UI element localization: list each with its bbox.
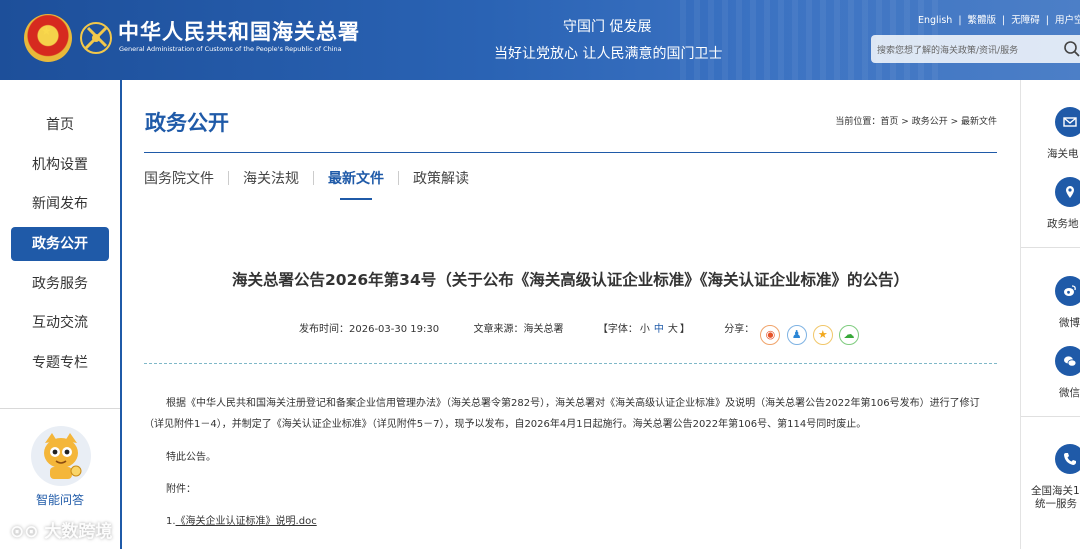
phone-icon[interactable] <box>1055 444 1080 474</box>
publish-time: 2026-03-30 19:30 <box>349 324 440 335</box>
publish-time-label: 发布时间： <box>299 324 349 335</box>
font-size-large[interactable]: 大 <box>668 324 678 335</box>
watermark: ⊙⊙ 大数跨境 <box>10 522 113 542</box>
site-header: ★ 中华人民共和国海关总署 General Administration of … <box>0 0 1080 80</box>
left-sidebar: 首页 机构设置 新闻发布 政务公开 政务服务 互动交流 专题专栏 智能问答 <box>0 80 122 549</box>
qq-share-icon[interactable]: ♟ <box>786 325 807 345</box>
article-paragraph: 根据《中华人民共和国海关注册登记和备案企业信用管理办法》（海关总署令第282号）… <box>144 398 980 430</box>
slogan-line-1: 守国门 促发展 <box>563 19 652 35</box>
sidebar-divider <box>0 408 120 409</box>
rightbar-divider <box>1021 247 1080 248</box>
search-input[interactable]: 搜索您想了解的海关政策/资讯/服务 <box>877 43 1018 56</box>
sidebar-item-interaction[interactable]: 互动交流 <box>11 306 109 340</box>
accessibility-link[interactable]: 无障碍 <box>1011 15 1040 26</box>
rightbar-map-label[interactable]: 政务地 <box>1047 216 1079 231</box>
sidebar-item-organization[interactable]: 机构设置 <box>11 148 109 182</box>
rightbar-wechat-label[interactable]: 微信 <box>1059 385 1080 400</box>
share-label: 分享： <box>724 324 755 335</box>
weibo-share-icon[interactable]: ◉ <box>760 325 781 345</box>
breadcrumb-home[interactable]: 首页 <box>880 117 898 127</box>
breadcrumb-separator: > <box>898 117 912 127</box>
breadcrumb-latest-documents[interactable]: 最新文件 <box>961 117 997 127</box>
site-title[interactable]: 中华人民共和国海关总署 <box>118 16 360 46</box>
rightbar-hotline-label-line2[interactable]: 统一服务 <box>1035 496 1077 511</box>
sidebar-item-news[interactable]: 新闻发布 <box>11 187 109 221</box>
breadcrumb-prefix: 当前位置： <box>835 117 881 127</box>
tab-separator <box>313 171 314 185</box>
source-value: 海关总署 <box>523 324 564 335</box>
font-size-label: 【字体： <box>597 324 638 335</box>
tab-customs-regulations[interactable]: 海关法规 <box>243 168 299 188</box>
source-label: 文章来源： <box>473 324 524 335</box>
attachments-label: 附件： <box>166 484 196 495</box>
font-size-close: 】 <box>679 324 690 335</box>
tab-separator <box>228 171 229 185</box>
user-space-link[interactable]: 用户空 <box>1055 15 1080 26</box>
weibo-icon[interactable] <box>1055 276 1080 306</box>
rightbar-mail-label[interactable]: 海关电 <box>1047 146 1079 161</box>
attachment-list: 1.《海关企业认证标准》说明.doc <box>144 511 997 532</box>
search-box[interactable]: 搜索您想了解的海关政策/资讯/服务 <box>871 35 1080 63</box>
font-size-small[interactable]: 小 <box>640 324 650 335</box>
article-title: 海关总署公告2026年第34号（关于公布《海关高级认证企业标准》《海关认证企业标… <box>232 271 909 289</box>
rightbar-divider <box>1021 416 1080 417</box>
tab-policy-interpretation[interactable]: 政策解读 <box>413 168 469 188</box>
title-divider <box>144 152 997 153</box>
traditional-chinese-link[interactable]: 繁體版 <box>968 15 997 26</box>
sidebar-item-topics[interactable]: 专题专栏 <box>11 346 109 380</box>
sidebar-item-home[interactable]: 首页 <box>11 108 109 142</box>
english-link[interactable]: English <box>918 15 952 26</box>
article-body-closing: 特此公告。 <box>144 447 997 468</box>
attachments-section: 附件： <box>144 479 997 500</box>
article-meta: 发布时间：2026-03-30 19:30 文章来源：海关总署 【字体：小中大】… <box>299 320 859 345</box>
attachment-number: 1. <box>166 516 176 527</box>
tab-bar: 国务院文件 海关法规 最新文件 政策解读 <box>144 168 469 200</box>
sidebar-item-services[interactable]: 政务服务 <box>11 267 109 301</box>
watermark-text: 大数跨境 <box>44 522 113 542</box>
rightbar-weibo-label[interactable]: 微博 <box>1059 315 1080 330</box>
meta-divider <box>144 363 997 364</box>
article-paragraph-closing: 特此公告。 <box>166 452 216 463</box>
slogan-line-2: 当好让党放心 让人民满意的国门卫士 <box>494 46 723 62</box>
search-icon[interactable] <box>1063 40 1080 58</box>
breadcrumb-government-affairs[interactable]: 政务公开 <box>912 117 948 127</box>
assistant-mascot-icon[interactable] <box>30 425 92 487</box>
site-title-english: General Administration of Customs of the… <box>119 45 342 53</box>
wechat-icon[interactable] <box>1055 346 1080 376</box>
map-icon[interactable] <box>1055 177 1080 207</box>
tab-separator <box>398 171 399 185</box>
main-content: 政务公开 当前位置：首页 > 政务公开 > 最新文件 国务院文件 海关法规 最新文件… <box>122 80 1020 549</box>
breadcrumb-separator: > <box>947 117 961 127</box>
attachment-link[interactable]: 《海关企业认证标准》说明.doc <box>176 516 317 527</box>
right-sidebar: 海关电 政务地 微博 微信 全国海关1 统一服务 <box>1020 80 1080 549</box>
mail-icon[interactable] <box>1055 107 1080 137</box>
tab-latest-documents[interactable]: 最新文件 <box>328 168 384 200</box>
article-body: 根据《中华人民共和国海关注册登记和备案企业信用管理办法》（海关总署令第282号）… <box>144 393 997 435</box>
breadcrumb: 当前位置：首页 > 政务公开 > 最新文件 <box>835 114 997 127</box>
wechat-share-icon[interactable]: ☁ <box>839 325 859 345</box>
font-size-medium[interactable]: 中 <box>654 324 664 335</box>
top-links: English | 繁體版 | 无障碍 | 用户空 <box>918 12 1080 26</box>
assistant-label[interactable]: 智能问答 <box>0 491 120 508</box>
national-emblem-icon: ★ <box>24 14 72 62</box>
qzone-share-icon[interactable]: ★ <box>812 325 833 345</box>
customs-logo-icon <box>80 22 112 54</box>
page-title: 政务公开 <box>145 110 229 135</box>
share-buttons: ◉ ♟ ★ ☁ <box>757 325 859 345</box>
tab-state-council-documents[interactable]: 国务院文件 <box>144 168 214 188</box>
sidebar-item-government-affairs[interactable]: 政务公开 <box>11 227 109 261</box>
